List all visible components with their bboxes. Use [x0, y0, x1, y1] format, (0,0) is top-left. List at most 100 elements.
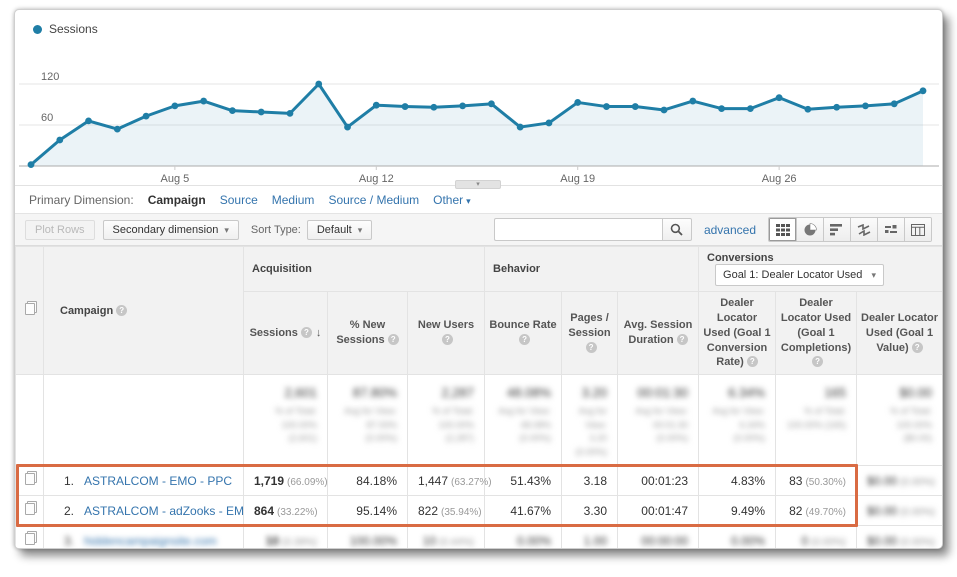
comparison-view-button[interactable]	[850, 218, 877, 241]
column-header-pages_session[interactable]: Pages / Session?	[562, 292, 618, 375]
view-switcher	[768, 217, 932, 242]
table-toolbar: Plot Rows Secondary dimension ▾ Sort Typ…	[15, 213, 942, 246]
metric-cell-new_users: 10(0.44%)	[408, 526, 485, 549]
help-icon[interactable]: ?	[116, 305, 127, 316]
svg-text:Aug 5: Aug 5	[160, 173, 189, 185]
metric-cell-new_users: 822(35.94%)	[408, 496, 485, 526]
help-icon[interactable]: ?	[812, 356, 823, 367]
column-header-new_users[interactable]: New Users?	[408, 292, 485, 375]
metric-cell-goal_value: $0.00(0.00%)	[857, 466, 943, 496]
select-cell	[16, 496, 44, 526]
dimension-medium[interactable]: Medium	[272, 193, 315, 207]
column-header-sessions[interactable]: Sessions?↓	[244, 292, 328, 375]
summary-cell-new_users: 2,287% of Total: 100.00% (2,287)	[408, 375, 485, 466]
group-header-behavior: Behavior	[485, 247, 699, 292]
campaign-link[interactable]: ASTRALCOM - EMO - PPC	[84, 474, 232, 488]
column-header-avg_duration[interactable]: Avg. Session Duration?	[618, 292, 699, 375]
svg-text:60: 60	[41, 112, 53, 124]
help-icon[interactable]: ?	[519, 334, 530, 345]
chevron-down-icon: ▾	[358, 225, 363, 235]
chevron-down-icon: ▾	[466, 196, 471, 206]
summary-cell-pages_session: 3.20Avg for View: 3.20 (0.00%)	[562, 375, 618, 466]
svg-text:120: 120	[41, 71, 59, 83]
sort-type-label: Sort Type:	[251, 224, 301, 236]
plot-rows-button[interactable]: Plot Rows	[25, 220, 95, 240]
row-rank: 2.	[54, 504, 74, 518]
help-icon[interactable]: ?	[677, 334, 688, 345]
dimension-other[interactable]: Other▾	[433, 193, 471, 207]
sort-desc-icon[interactable]: ↓	[316, 327, 322, 339]
summary-cell-goal_value: $0.00% of Total: 100.00% ($0.00)	[857, 375, 943, 466]
metric-cell-pages_session: 3.18	[562, 466, 618, 496]
pivot-table-icon	[911, 224, 925, 236]
metric-cell-avg_duration: 00:01:23	[618, 466, 699, 496]
summary-cell-pct_new_sessions: 87.80%Avg for View: 87.93% (0.00%)	[328, 375, 408, 466]
chart-legend: Sessions	[17, 18, 940, 38]
group-header-acquisition: Acquisition	[244, 247, 485, 292]
select-cell	[16, 526, 44, 549]
summary-campaign-cell	[44, 375, 244, 466]
select-cell	[16, 466, 44, 496]
metric-cell-goal_completions: 83(50.30%)	[776, 466, 857, 496]
row-select-icon[interactable]	[25, 533, 35, 545]
advanced-search-link[interactable]: advanced	[704, 223, 756, 237]
metric-cell-pct_new_sessions: 100.00%	[328, 526, 408, 549]
table-view-button[interactable]	[769, 218, 796, 241]
metric-cell-goal_completions: 0(0.00%)	[776, 526, 857, 549]
help-icon[interactable]: ?	[442, 334, 453, 345]
column-header-goal_value[interactable]: Dealer Locator Used (Goal 1 Value)?	[857, 292, 943, 375]
row-select-icon[interactable]	[25, 473, 35, 485]
metric-cell-bounce_rate: 0.00%	[485, 526, 562, 549]
chevron-down-icon: ▾	[871, 270, 876, 281]
metric-cell-goal_cr: 9.49%	[699, 496, 776, 526]
select-rows-icon[interactable]	[25, 303, 35, 315]
search-input[interactable]	[494, 218, 662, 241]
metric-cell-pages_session: 1.00	[562, 526, 618, 549]
column-header-goal_cr[interactable]: Dealer Locator Used (Goal 1 Conversion R…	[699, 292, 776, 375]
analytics-report-card: Sessions 60120Aug 5Aug 12Aug 19Aug 26 ▾ …	[14, 9, 943, 549]
svg-text:Aug 12: Aug 12	[359, 173, 394, 185]
bar-chart-icon	[830, 224, 844, 236]
row-select-icon[interactable]	[25, 503, 35, 515]
goal-selector-dropdown[interactable]: Goal 1: Dealer Locator Used▾	[715, 264, 884, 286]
search-button[interactable]	[662, 218, 692, 241]
help-icon[interactable]: ?	[747, 356, 758, 367]
dimension-source-medium[interactable]: Source / Medium	[328, 193, 419, 207]
metric-cell-pct_new_sessions: 95.14%	[328, 496, 408, 526]
campaign-link[interactable]: ASTRALCOM - adZooks - EMO	[84, 504, 244, 518]
performance-view-button[interactable]	[823, 218, 850, 241]
group-header-conversions: ConversionsGoal 1: Dealer Locator Used▾	[699, 247, 943, 292]
chevron-down-icon: ▾	[224, 225, 229, 235]
column-header-goal_completions[interactable]: Dealer Locator Used (Goal 1 Completions)…	[776, 292, 857, 375]
select-all-header	[16, 247, 44, 375]
sort-type-dropdown[interactable]: Default ▾	[307, 220, 372, 240]
percentage-view-button[interactable]	[796, 218, 823, 241]
campaign-link[interactable]: hiddencampaignsite.com	[84, 534, 217, 548]
column-header-bounce_rate[interactable]: Bounce Rate?	[485, 292, 562, 375]
table-row: 1.ASTRALCOM - EMO - PPC1,719(66.09%)84.1…	[16, 466, 943, 496]
select-cell	[16, 375, 44, 466]
table-row: 3. hiddencampaignsite.com 10(0.39%)100.00%…	[16, 526, 943, 549]
help-icon[interactable]: ?	[388, 334, 399, 345]
pivot-view-button[interactable]	[904, 218, 931, 241]
dimension-source[interactable]: Source	[220, 193, 258, 207]
metric-cell-goal_value: $0.00(0.00%)	[857, 526, 943, 549]
secondary-dimension-dropdown[interactable]: Secondary dimension ▾	[103, 220, 239, 240]
metric-cell-pages_session: 3.30	[562, 496, 618, 526]
column-header-pct_new_sessions[interactable]: % New Sessions?	[328, 292, 408, 375]
row-rank: 3.	[54, 534, 74, 548]
metric-cell-sessions: 1,719(66.09%)	[244, 466, 328, 496]
help-icon[interactable]: ?	[912, 342, 923, 353]
metric-cell-avg_duration: 00:01:47	[618, 496, 699, 526]
comparison-icon	[857, 224, 871, 236]
table-view-icon	[776, 224, 790, 236]
help-icon[interactable]: ?	[586, 342, 597, 353]
metric-cell-avg_duration: 00:00:00	[618, 526, 699, 549]
column-header-campaign[interactable]: Campaign?	[44, 247, 244, 375]
term-cloud-view-button[interactable]	[877, 218, 904, 241]
chart-resize-handle[interactable]: ▾	[455, 180, 501, 189]
metric-cell-goal_cr: 0.00%	[699, 526, 776, 549]
dimension-campaign[interactable]: Campaign	[148, 193, 206, 207]
metric-cell-sessions: 10(0.39%)	[244, 526, 328, 549]
help-icon[interactable]: ?	[301, 327, 312, 338]
